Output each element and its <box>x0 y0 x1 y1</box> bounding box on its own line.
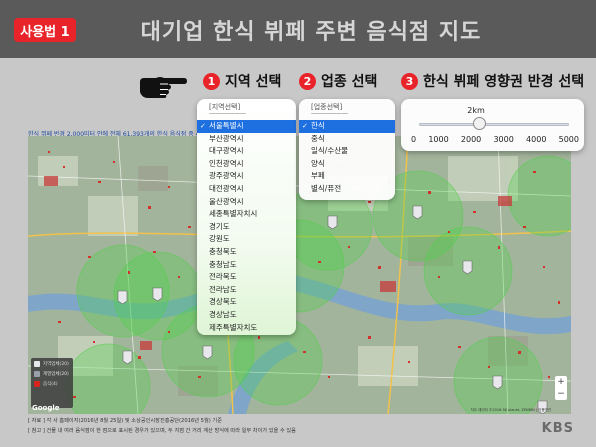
region-option[interactable]: 울산광역시 <box>197 196 296 209</box>
step-number: 1 <box>203 72 220 90</box>
radius-slider-panel: 2km 0 1000 2000 3000 4000 5000 <box>401 99 584 151</box>
slider-tick: 0 <box>411 135 417 144</box>
industry-option[interactable]: ✓ 한식 <box>299 120 395 133</box>
google-logo: Google <box>32 404 60 412</box>
industry-option[interactable]: 일식/수산물 <box>299 145 395 158</box>
steps-bar: 1 지역 선택 2 업종 선택 3 한식 뷔페 영향권 반경 선택 <box>0 58 596 98</box>
reference-note: [ 참고 ] 건물 내 여러 음식점이 한 점으로 표시된 경우가 있으며, 두… <box>28 428 296 434</box>
kbs-watermark: KBS <box>541 421 574 436</box>
region-option[interactable]: 충청북도 <box>197 246 296 259</box>
slider-tick: 3000 <box>493 135 514 144</box>
radius-slider-track[interactable] <box>419 123 569 126</box>
legend-item: 지역업체(20) <box>34 361 70 367</box>
zoom-out-button[interactable]: − <box>555 388 567 400</box>
step-2-industry: 2 업종 선택 <box>299 71 377 91</box>
pointing-hand-icon <box>140 77 187 98</box>
checkmark-icon: ✓ <box>200 122 206 130</box>
source-note: [ 자료 ] 각 사 홈페이지(2016년 8월 25일) 및 소상공인시장진흥… <box>28 418 222 424</box>
zoom-in-button[interactable]: + <box>555 376 567 388</box>
map-legend: 지역업체(20) 계열업체(20) 음식(4) <box>31 358 73 408</box>
industry-dropdown-placeholder: [업종선택] <box>311 103 343 111</box>
legend-swatch-icon <box>34 361 40 367</box>
region-option[interactable]: 대전광역시 <box>197 183 296 196</box>
radius-slider-ticks: 0 1000 2000 3000 4000 5000 <box>411 135 579 144</box>
region-option[interactable]: 경기도 <box>197 221 296 234</box>
zoom-control[interactable]: + − <box>555 376 567 400</box>
region-dropdown-list[interactable]: [지역선택] ---------------------- ✓ 서울특별시 부산광역… <box>197 99 296 335</box>
region-option[interactable]: 대구광역시 <box>197 145 296 158</box>
region-option[interactable]: 충청남도 <box>197 259 296 272</box>
radius-value-label: 2km <box>467 106 485 115</box>
region-option[interactable]: 인천광역시 <box>197 158 296 171</box>
region-option[interactable]: 광주광역시 <box>197 170 296 183</box>
region-option[interactable]: 부산광역시 <box>197 133 296 146</box>
radius-slider-thumb[interactable] <box>472 117 486 130</box>
checkmark-icon: ✓ <box>302 122 308 130</box>
region-dropdown-separator: ---------------------- <box>209 110 246 117</box>
slider-tick: 5000 <box>558 135 579 144</box>
page-title: 대기업 한식 뷔페 주변 음식점 지도 <box>140 20 482 45</box>
region-option[interactable]: ✓ 서울특별시 <box>197 120 296 133</box>
region-option[interactable]: 경상남도 <box>197 309 296 322</box>
industry-dropdown-list[interactable]: [업종선택] ---------------------- ✓ 한식 중식 일식/수산… <box>299 99 395 200</box>
region-option[interactable]: 제주특별자치도 <box>197 322 296 335</box>
industry-dropdown-separator: ---------------------- <box>311 110 348 117</box>
industry-option[interactable]: 부페 <box>299 170 395 183</box>
legend-item: 계열업체(20) <box>34 371 70 377</box>
industry-option[interactable]: 양식 <box>299 158 395 171</box>
region-option[interactable]: 강원도 <box>197 233 296 246</box>
region-options: ✓ 서울특별시 부산광역시 대구광역시 인천광역시 광주광역시 대전광역시 울산광역시 세종특별… <box>197 120 296 334</box>
region-option[interactable]: 세종특별자치시 <box>197 208 296 221</box>
step-label: 업종 선택 <box>321 74 378 90</box>
step-number: 3 <box>401 72 418 90</box>
slider-tick: 1000 <box>428 135 449 144</box>
region-dropdown-placeholder: [지역선택] <box>209 103 241 111</box>
industry-option[interactable]: 별식/퓨전 <box>299 183 395 196</box>
map-attribution[interactable]: 지도 데이터 ©2016 SK planet, ZENRIN | 이용약관 <box>471 408 551 413</box>
industry-options: ✓ 한식 중식 일식/수산물 양식 부페 별식/퓨전 <box>299 120 395 196</box>
region-option[interactable]: 전라북도 <box>197 271 296 284</box>
region-option[interactable]: 경상북도 <box>197 296 296 309</box>
legend-item: 음식(4) <box>34 381 70 387</box>
legend-swatch-icon <box>34 381 40 387</box>
step-number: 2 <box>299 72 316 90</box>
header-bar: 사용법 1 대기업 한식 뷔페 주변 음식점 지도 <box>0 0 596 58</box>
step-label: 한식 뷔페 영향권 반경 선택 <box>423 74 585 90</box>
step-label: 지역 선택 <box>225 74 282 90</box>
step-1-region: 1 지역 선택 <box>203 71 281 91</box>
industry-option[interactable]: 중식 <box>299 133 395 146</box>
step-3-radius: 3 한식 뷔페 영향권 반경 선택 <box>401 71 584 91</box>
slider-tick: 2000 <box>460 135 482 144</box>
region-option[interactable]: 전라남도 <box>197 284 296 297</box>
slider-tick: 4000 <box>526 135 547 144</box>
legend-swatch-icon <box>34 371 40 377</box>
